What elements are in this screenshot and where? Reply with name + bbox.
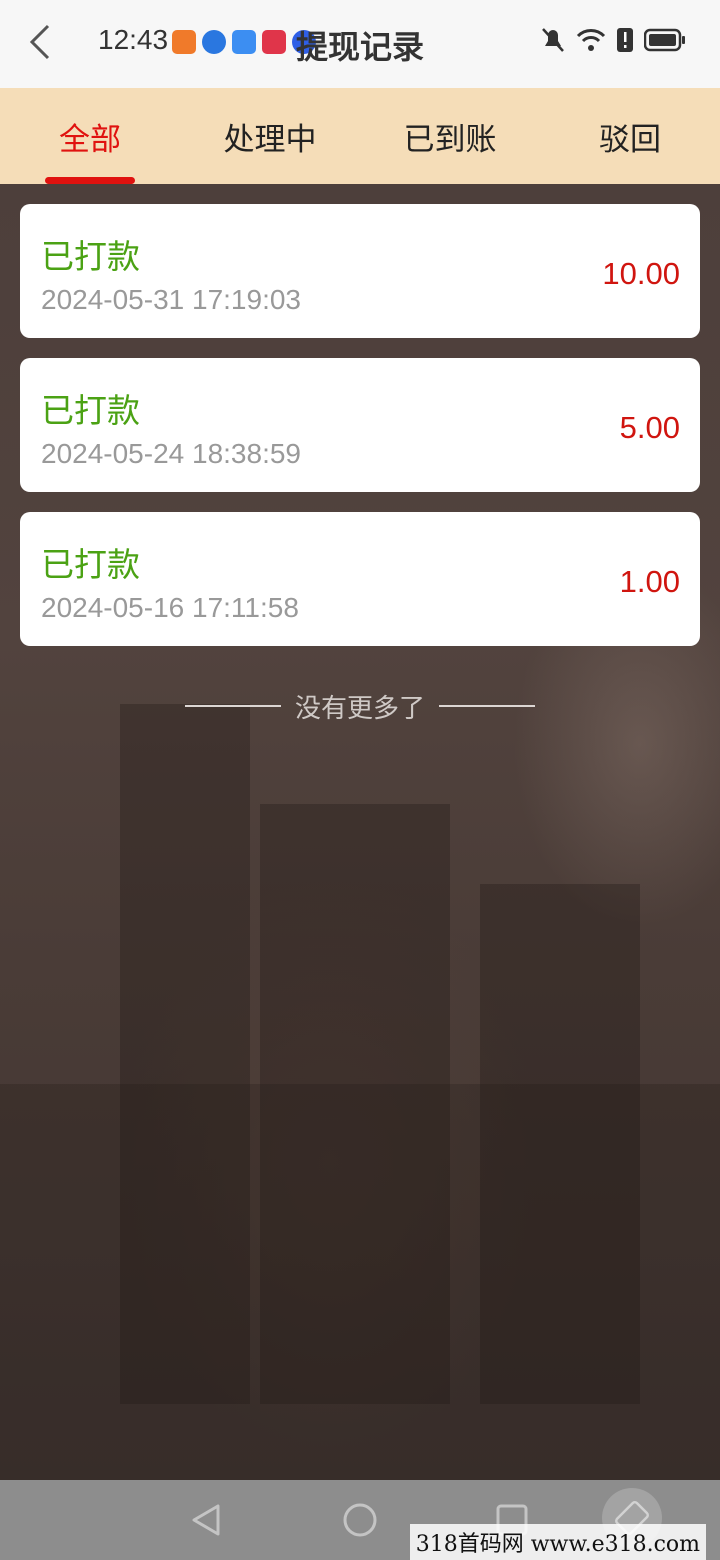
watermark-text: 318首码网 www.e318.com xyxy=(409,1524,706,1560)
tab-label: 已到账 xyxy=(403,121,497,158)
tab-label: 全部 xyxy=(59,121,121,158)
status-and-title-bar: 12:43 提现记录 xyxy=(0,0,720,88)
withdrawal-record-list: 已打款 2024-05-31 17:19:03 10.00 已打款 2024-0… xyxy=(20,204,700,666)
record-amount: 5.00 xyxy=(619,410,680,445)
divider-line xyxy=(439,705,535,707)
battery-icon xyxy=(644,28,685,52)
tab-bar: 全部 处理中 已到账 驳回 xyxy=(0,88,720,184)
record-date: 2024-05-31 17:19:03 xyxy=(41,284,301,315)
divider-line xyxy=(184,705,281,707)
tab-received[interactable]: 已到账 xyxy=(360,88,540,184)
system-status-icons xyxy=(540,26,686,54)
system-navigation-bar: 318首码网 www.e318.com xyxy=(0,1480,720,1560)
tab-all[interactable]: 全部 xyxy=(0,88,180,184)
tab-rejected[interactable]: 驳回 xyxy=(540,88,720,184)
tab-processing[interactable]: 处理中 xyxy=(180,88,360,184)
active-tab-indicator xyxy=(45,177,135,184)
nav-back-icon[interactable] xyxy=(186,1500,226,1540)
record-amount: 10.00 xyxy=(602,256,680,291)
record-date: 2024-05-16 17:11:58 xyxy=(41,592,299,623)
record-card[interactable]: 已打款 2024-05-24 18:38:59 5.00 xyxy=(20,358,700,492)
record-date: 2024-05-24 18:38:59 xyxy=(41,438,301,469)
tab-label: 处理中 xyxy=(223,121,317,158)
record-card[interactable]: 已打款 2024-05-16 17:11:58 1.00 xyxy=(20,512,700,646)
mute-bell-icon xyxy=(542,28,564,52)
tab-label: 驳回 xyxy=(599,121,661,158)
record-status: 已打款 xyxy=(41,545,140,584)
record-status: 已打款 xyxy=(41,391,140,430)
record-status: 已打款 xyxy=(41,237,140,276)
list-end-text: 没有更多了 xyxy=(294,693,425,724)
alert-icon xyxy=(617,28,633,52)
list-end-indicator: 没有更多了 xyxy=(0,686,720,726)
record-card[interactable]: 已打款 2024-05-31 17:19:03 10.00 xyxy=(20,204,700,338)
nav-home-icon[interactable] xyxy=(340,1500,380,1540)
record-amount: 1.00 xyxy=(619,564,680,599)
wifi-icon xyxy=(576,29,606,51)
